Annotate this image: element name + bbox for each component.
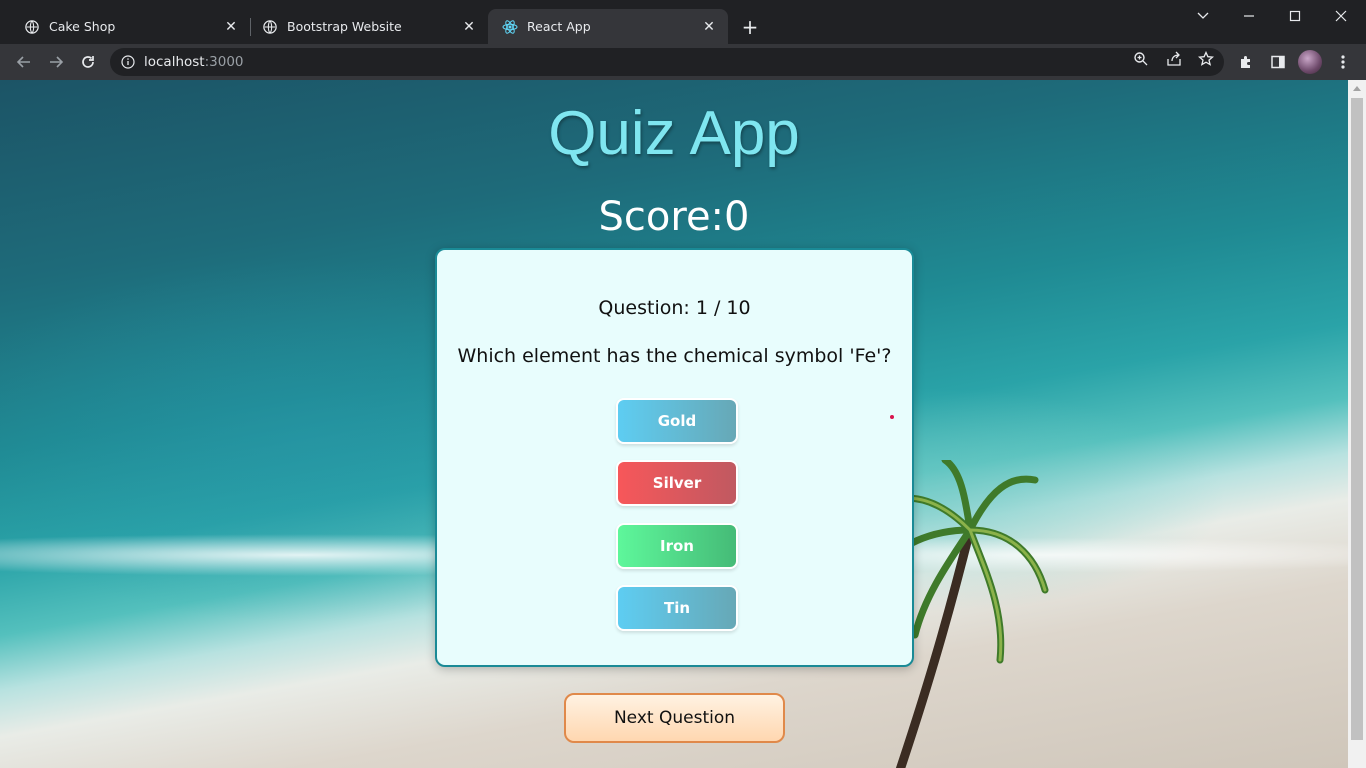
- profile-avatar[interactable]: [1298, 50, 1322, 74]
- address-bar[interactable]: localhost:3000: [110, 48, 1224, 76]
- scrollbar-thumb[interactable]: [1351, 98, 1363, 740]
- tab-search-chevron-icon[interactable]: [1180, 4, 1226, 28]
- new-tab-button[interactable]: +: [739, 16, 761, 38]
- kebab-menu-icon[interactable]: [1333, 52, 1353, 72]
- url-port: :3000: [204, 54, 244, 70]
- extensions-puzzle-icon[interactable]: [1236, 52, 1256, 72]
- url-host: localhost: [144, 54, 205, 70]
- maximize-button[interactable]: [1272, 4, 1318, 28]
- back-arrow-icon[interactable]: [12, 50, 36, 74]
- tab-bootstrap-website[interactable]: Bootstrap Website ✕: [248, 9, 488, 44]
- page-title: Quiz App: [548, 99, 800, 168]
- close-window-button[interactable]: [1318, 4, 1364, 28]
- close-icon[interactable]: ✕: [460, 18, 478, 36]
- cursor-dot: [890, 415, 894, 419]
- score-label: Score:0: [598, 194, 750, 240]
- side-panel-icon[interactable]: [1268, 52, 1288, 72]
- tab-label: React App: [527, 19, 591, 34]
- zoom-icon[interactable]: [1132, 50, 1150, 68]
- question-card: Question: 1 / 10 Which element has the c…: [435, 248, 914, 667]
- question-text: Which element has the chemical symbol 'F…: [457, 345, 892, 367]
- tab-strip: Cake Shop ✕ Bootstrap Website ✕ React Ap…: [0, 0, 1366, 44]
- option-button-silver[interactable]: Silver: [616, 460, 738, 506]
- info-icon[interactable]: [120, 54, 136, 70]
- close-icon[interactable]: ✕: [700, 18, 718, 36]
- page-viewport: Quiz App Score:0 Question: 1 / 10 Which …: [0, 80, 1348, 768]
- forward-arrow-icon[interactable]: [44, 50, 68, 74]
- globe-icon: [262, 19, 278, 35]
- browser-toolbar: localhost:3000: [0, 44, 1366, 80]
- share-icon[interactable]: [1165, 50, 1183, 68]
- page-scrollbar[interactable]: [1348, 80, 1366, 768]
- globe-icon: [24, 19, 40, 35]
- tab-label: Bootstrap Website: [287, 19, 402, 34]
- tab-cake-shop[interactable]: Cake Shop ✕: [10, 9, 250, 44]
- react-icon: [502, 19, 518, 35]
- tab-label: Cake Shop: [49, 19, 116, 34]
- close-icon[interactable]: ✕: [222, 18, 240, 36]
- tab-react-app[interactable]: React App ✕: [488, 9, 728, 44]
- option-button-iron[interactable]: Iron: [616, 523, 738, 569]
- next-question-button[interactable]: Next Question: [564, 693, 785, 743]
- url-text: localhost:3000: [144, 54, 244, 70]
- question-number: Question: 1 / 10: [598, 297, 751, 319]
- minimize-button[interactable]: [1226, 4, 1272, 28]
- reload-icon[interactable]: [76, 50, 100, 74]
- star-icon[interactable]: [1197, 50, 1215, 68]
- scroll-up-arrow-icon[interactable]: [1353, 86, 1361, 91]
- option-button-gold[interactable]: Gold: [616, 398, 738, 444]
- option-button-tin[interactable]: Tin: [616, 585, 738, 631]
